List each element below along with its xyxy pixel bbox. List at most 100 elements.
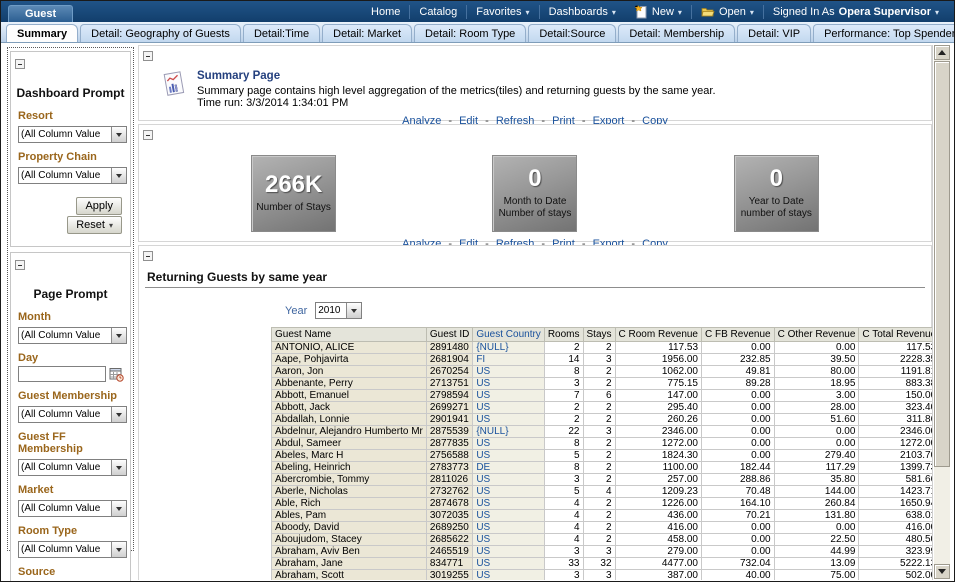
column-header-rooms[interactable]: Rooms [544,328,583,342]
table-cell: 13.09 [774,558,859,570]
open-menu[interactable]: Open [691,5,763,19]
guest-country-cell[interactable]: US [473,546,544,558]
dropdown-arrow-icon[interactable] [111,542,126,557]
tab-detail-source[interactable]: Detail:Source [528,24,616,42]
property-chain-select[interactable]: (All Column Value [18,167,127,184]
guest-country-cell[interactable]: US [473,486,544,498]
new-menu[interactable]: New [625,5,691,19]
table-cell: Abdul, Sameer [272,438,427,450]
guest-country-cell[interactable]: {NULL} [473,426,544,438]
column-header-stays[interactable]: Stays [583,328,615,342]
dropdown-arrow-icon[interactable] [111,168,126,183]
table-cell: 775.15 [615,378,701,390]
global-nav-links: HomeCatalogFavoritesDashboards [362,5,625,19]
tab-detail-membership[interactable]: Detail: Membership [618,24,735,42]
guest-membership-select[interactable]: (All Column Value [18,406,127,423]
column-header-guest-name[interactable]: Guest Name [272,328,427,342]
kpi-tile-number-of-stays[interactable]: 266KNumber of Stays [251,155,336,232]
kpi-tile-month-to-date[interactable]: 0Month to Date Number of stays [492,155,577,232]
guest-country-cell[interactable]: US [473,450,544,462]
guest-country-cell[interactable]: US [473,438,544,450]
market-select[interactable]: (All Column Value [18,500,127,517]
table-cell: 2798594 [426,390,472,402]
reset-button[interactable]: Reset [67,216,122,234]
collapse-icon[interactable] [143,130,153,140]
table-cell: Abercrombie, Tommy [272,474,427,486]
dropdown-arrow-icon[interactable] [111,460,126,475]
collapse-icon[interactable] [143,251,153,261]
dropdown-arrow-icon[interactable] [111,328,126,343]
scrollbar-thumb[interactable] [934,61,950,467]
dashboard-tab-guest[interactable]: Guest [8,5,73,22]
nav-item-home[interactable]: Home [362,5,409,19]
scroll-down-button[interactable] [934,564,950,579]
tab-summary[interactable]: Summary [6,24,78,42]
column-header-guest-country[interactable]: Guest Country [473,328,544,342]
dropdown-arrow-icon[interactable] [111,127,126,142]
dropdown-arrow-icon[interactable] [111,501,126,516]
collapse-icon[interactable] [15,59,25,69]
day-input[interactable] [18,366,106,382]
guest-country-cell[interactable]: US [473,534,544,546]
vertical-scrollbar[interactable] [934,45,950,579]
guest-country-cell[interactable]: US [473,570,544,581]
summary-time-run: Time run: 3/3/2014 1:34:01 PM [197,97,716,109]
guest-country-cell[interactable]: US [473,390,544,402]
column-header-c-other-revenue[interactable]: C Other Revenue [774,328,859,342]
collapse-icon[interactable] [143,51,153,61]
tab-detail-time[interactable]: Detail:Time [243,24,320,42]
guest-country-cell[interactable]: US [473,414,544,426]
nav-item-catalog[interactable]: Catalog [409,5,466,19]
signed-in-user-menu[interactable]: Signed In As Opera Supervisor [763,5,948,19]
guest-country-cell[interactable]: {NULL} [473,342,544,354]
column-header-c-room-revenue[interactable]: C Room Revenue [615,328,701,342]
column-header-c-fb-revenue[interactable]: C FB Revenue [702,328,775,342]
tab-detail-vip[interactable]: Detail: VIP [737,24,811,42]
tab-detail-market[interactable]: Detail: Market [322,24,412,42]
table-cell: 35.80 [774,474,859,486]
table-cell: 2 [583,402,615,414]
guest-ff-membership-select[interactable]: (All Column Value [18,459,127,476]
resort-select[interactable]: (All Column Value [18,126,127,143]
table-cell: 8 [544,438,583,450]
tab-detail-geography-of-guests[interactable]: Detail: Geography of Guests [80,24,241,42]
property-chain-select-value: (All Column Value [19,168,111,183]
apply-button[interactable]: Apply [76,197,122,215]
guest-country-cell[interactable]: US [473,558,544,570]
collapse-icon[interactable] [15,260,25,270]
table-cell: 3 [583,546,615,558]
table-cell: 22 [544,426,583,438]
prompt-label-property-chain: Property Chain [18,151,126,163]
month-select[interactable]: (All Column Value [18,327,127,344]
nav-item-favorites[interactable]: Favorites [466,5,538,19]
scroll-up-button[interactable] [934,45,950,60]
table-cell: Abbott, Emanuel [272,390,427,402]
guest-country-cell[interactable]: DE [473,462,544,474]
new-menu-label: New [652,6,674,18]
dropdown-arrow-icon[interactable] [346,303,361,318]
table-cell: 3 [544,546,583,558]
tab-detail-room-type[interactable]: Detail: Room Type [414,24,526,42]
page-prompt-title: Page Prompt [15,287,126,301]
table-cell: 2891480 [426,342,472,354]
tab-performance-top-spenders[interactable]: Performance: Top Spenders [813,24,955,42]
calendar-icon[interactable] [109,367,124,382]
dropdown-arrow-icon[interactable] [111,407,126,422]
guest-country-cell[interactable]: US [473,522,544,534]
kpi-tile-year-to-date[interactable]: 0Year to Date number of stays [734,155,819,232]
guest-country-cell[interactable]: US [473,402,544,414]
nav-item-dashboards[interactable]: Dashboards [539,5,625,19]
prompt-field-property-chain: Property Chain (All Column Value [18,151,126,184]
column-header-guest-id[interactable]: Guest ID [426,328,472,342]
year-select[interactable]: 2010 [315,302,362,319]
guest-country-cell[interactable]: US [473,474,544,486]
guest-country-cell[interactable]: US [473,510,544,522]
room-type-select[interactable]: (All Column Value [18,541,127,558]
guest-country-cell[interactable]: US [473,378,544,390]
guest-country-cell[interactable]: FI [473,354,544,366]
table-cell: 257.00 [615,474,701,486]
guest-country-cell[interactable]: US [473,366,544,378]
guest-country-cell[interactable]: US [473,498,544,510]
table-cell: 2228.35 [859,354,933,366]
column-header-c-total-revenue[interactable]: C Total Revenue [859,328,933,342]
